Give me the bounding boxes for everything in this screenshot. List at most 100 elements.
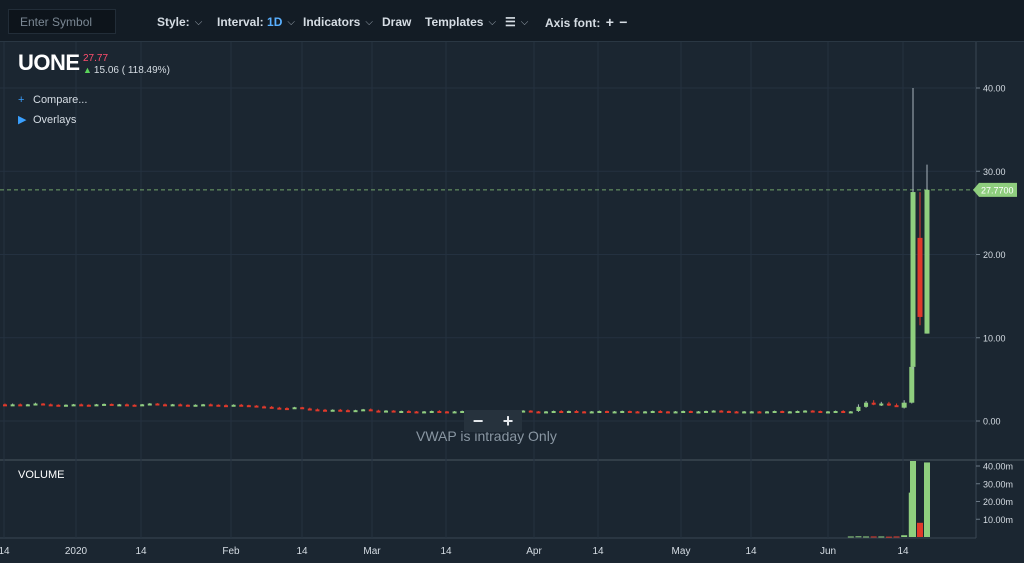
price-tick-label: 0.00: [983, 417, 1001, 427]
candle-body: [536, 411, 541, 414]
candle-body: [742, 411, 747, 414]
increase-font-button[interactable]: +: [606, 14, 614, 30]
candle-body: [155, 403, 160, 406]
candle-body: [284, 408, 289, 411]
plus-icon: +: [18, 94, 25, 106]
decrease-font-button[interactable]: −: [619, 14, 627, 30]
candle-body: [437, 411, 442, 414]
candle-body: [48, 404, 53, 407]
zoom-in-button[interactable]: +: [494, 410, 522, 432]
candle-body: [886, 403, 891, 406]
candle-body: [879, 403, 884, 406]
candle-body: [864, 402, 869, 407]
volume-bar: [893, 536, 900, 538]
candle-body: [178, 404, 183, 407]
candle-body: [901, 402, 907, 408]
candle-body: [208, 404, 213, 407]
candle-body: [376, 410, 381, 413]
candle-body: [18, 404, 23, 407]
candle-body: [833, 411, 838, 414]
draw-label: Draw: [382, 15, 412, 29]
candle-body: [673, 411, 678, 414]
price-pane: [0, 42, 976, 460]
candle-body: [361, 409, 366, 412]
candle-body: [917, 237, 923, 317]
volume-tick-label: 20.00m: [983, 497, 1013, 507]
triangle-right-icon: ▶: [18, 114, 27, 126]
candle-body: [681, 411, 686, 414]
time-tick-label: 14: [135, 546, 147, 557]
indicators-label: Indicators: [303, 15, 361, 29]
candle-body: [582, 411, 587, 414]
candle-body: [56, 404, 61, 407]
candle-body: [79, 404, 84, 407]
chevron-down-icon: ⌵: [488, 16, 497, 28]
candle-body: [924, 189, 930, 334]
chevron-down-icon: ⌵: [520, 16, 529, 28]
candle-body: [589, 411, 594, 414]
candle-body: [147, 403, 152, 406]
candle-body: [704, 411, 709, 414]
draw-button[interactable]: Draw: [382, 14, 411, 30]
candle-body: [551, 411, 556, 414]
volume-bar: [885, 536, 892, 538]
volume-pane-label: VOLUME: [18, 469, 65, 481]
ticker-symbol: UONE: [18, 50, 80, 75]
time-tick-label: 2020: [65, 546, 88, 557]
candle-body: [810, 410, 815, 413]
price-tick-label: 20.00: [983, 250, 1006, 260]
candle-body: [787, 411, 792, 414]
interval-label: Interval:: [217, 15, 264, 29]
candle-body: [315, 409, 320, 412]
price-change-value: 15.06 ( 118.49%): [93, 65, 170, 76]
compare-button[interactable]: + Compare...: [18, 94, 87, 106]
style-menu[interactable]: Style: ⌵: [157, 14, 202, 31]
candle-body: [368, 409, 373, 412]
volume-bar: [910, 461, 916, 537]
candle-body: [102, 403, 107, 406]
candle-body: [665, 411, 670, 414]
candle-body: [246, 405, 251, 408]
candle-body: [140, 404, 145, 407]
candle-body: [909, 366, 915, 403]
arrow-up-icon: ▲: [83, 65, 92, 75]
candle-body: [414, 411, 419, 414]
volume-bar: [847, 536, 854, 538]
candle-body: [803, 410, 808, 413]
templates-menu[interactable]: Templates ⌵: [425, 14, 496, 31]
candle-body: [894, 405, 899, 408]
candle-body: [193, 404, 198, 407]
candle-body: [452, 411, 457, 414]
grid-lines: [0, 42, 1024, 539]
candle-body: [597, 411, 602, 414]
symbol-search-input[interactable]: [8, 9, 116, 34]
candle-body: [223, 405, 228, 408]
last-price-value: 27.77: [83, 53, 109, 64]
candle-body: [780, 411, 785, 414]
overlays-button[interactable]: ▶ Overlays: [18, 113, 76, 126]
candle-body: [33, 403, 38, 406]
candle-body: [643, 411, 648, 414]
candle-body: [170, 404, 175, 407]
chart-menu-button[interactable]: ☰ ⌵: [505, 14, 528, 31]
price-chart[interactable]: 0.00 10.00 20.00 30.00 40.00 10.00m 20.00m 30.0…: [0, 42, 1024, 563]
chevron-down-icon: ⌵: [365, 16, 373, 28]
price-tick-label: 30.00: [983, 167, 1006, 177]
candle-body: [696, 411, 701, 414]
volume-bar: [924, 462, 930, 537]
candle-body: [307, 408, 312, 411]
zoom-out-button[interactable]: −: [464, 410, 492, 432]
volume-tick-label: 10.00m: [983, 515, 1013, 525]
candle-body: [818, 411, 823, 414]
candle-body: [871, 402, 876, 405]
candle-body: [323, 409, 328, 412]
volume-tick-label: 30.00m: [983, 479, 1013, 489]
indicators-menu[interactable]: Indicators ⌵: [303, 14, 373, 31]
volume-tick-label: 40.00m: [983, 462, 1013, 472]
candle-body: [391, 410, 396, 413]
volume-bar: [855, 536, 862, 538]
interval-menu[interactable]: Interval: 1D ⌵: [217, 14, 295, 31]
candle-body: [345, 410, 350, 413]
candle-body: [734, 411, 739, 414]
candle-body: [109, 403, 114, 406]
